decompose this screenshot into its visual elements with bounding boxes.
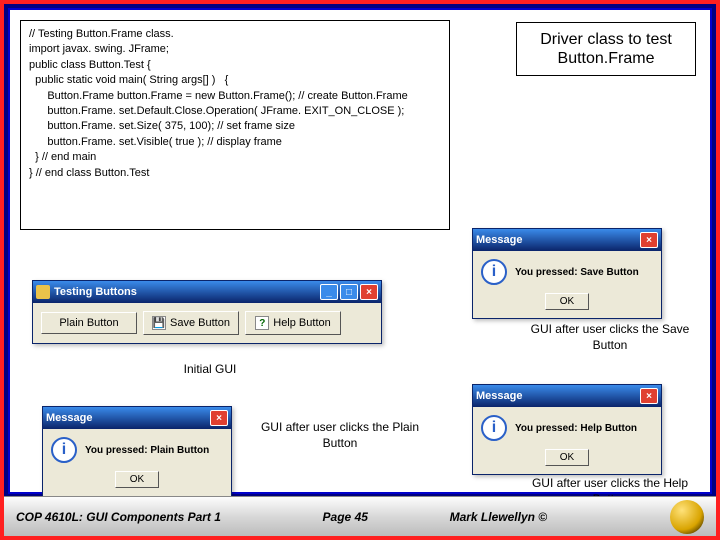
content-area: // Testing Button.Frame class. import ja… (10, 10, 710, 490)
testing-buttons-titlebar[interactable]: Testing Buttons _ □ × (33, 281, 381, 303)
footer-page-number: Page 45 (271, 510, 420, 524)
driver-label-text: Driver class to test Button.Frame (521, 30, 691, 68)
slide-footer: COP 4610L: GUI Components Part 1 Page 45… (4, 496, 716, 536)
testing-buttons-title: Testing Buttons (54, 286, 137, 298)
message-plain-ok-button[interactable]: OK (115, 471, 159, 488)
message-save-body: i You pressed: Save Button (473, 251, 661, 291)
java-app-icon (36, 285, 50, 299)
info-icon: i (481, 259, 507, 285)
message-save-close-button[interactable]: × (640, 232, 658, 248)
slide-frame: // Testing Button.Frame class. import ja… (0, 0, 720, 540)
close-button[interactable]: × (360, 284, 378, 300)
message-plain-text: You pressed: Plain Button (85, 445, 209, 456)
message-help-text: You pressed: Help Button (515, 423, 637, 434)
save-button-label: Save Button (170, 317, 230, 329)
minimize-button[interactable]: _ (320, 284, 338, 300)
message-dialog-save: Message × i You pressed: Save Button OK (472, 228, 662, 319)
plain-button[interactable]: Plain Button (41, 312, 137, 334)
help-icon: ? (255, 316, 269, 330)
message-save-text: You pressed: Save Button (515, 267, 639, 278)
message-dialog-plain: Message × i You pressed: Plain Button OK (42, 406, 232, 497)
message-save-titlebar[interactable]: Message × (473, 229, 661, 251)
caption-save: GUI after user clicks the Save Button (530, 322, 690, 353)
footer-course-title: COP 4610L: GUI Components Part 1 (16, 510, 271, 524)
ucf-logo-icon (670, 500, 704, 534)
message-help-close-button[interactable]: × (640, 388, 658, 404)
help-button-label: Help Button (273, 317, 330, 329)
testing-buttons-window: Testing Buttons _ □ × Plain Button 💾 Sav… (32, 280, 382, 344)
info-icon: i (51, 437, 77, 463)
message-plain-close-button[interactable]: × (210, 410, 228, 426)
footer-author: Mark Llewellyn © (420, 510, 662, 524)
message-plain-body: i You pressed: Plain Button (43, 429, 231, 469)
message-plain-title: Message (46, 412, 92, 424)
message-help-title: Message (476, 390, 522, 402)
message-dialog-help: Message × i You pressed: Help Button OK (472, 384, 662, 475)
message-save-ok-button[interactable]: OK (545, 293, 589, 310)
code-listing: // Testing Button.Frame class. import ja… (20, 20, 450, 230)
caption-plain: GUI after user clicks the Plain Button (260, 420, 420, 451)
caption-initial-gui: Initial GUI (160, 362, 260, 378)
info-icon: i (481, 415, 507, 441)
testing-buttons-body: Plain Button 💾 Save Button ? Help Button (33, 303, 381, 343)
save-button[interactable]: 💾 Save Button (143, 311, 239, 335)
message-help-ok-button[interactable]: OK (545, 449, 589, 466)
plain-button-label: Plain Button (59, 317, 118, 329)
message-help-titlebar[interactable]: Message × (473, 385, 661, 407)
message-save-title: Message (476, 234, 522, 246)
driver-label-box: Driver class to test Button.Frame (516, 22, 696, 76)
message-plain-titlebar[interactable]: Message × (43, 407, 231, 429)
help-button[interactable]: ? Help Button (245, 311, 341, 335)
message-help-body: i You pressed: Help Button (473, 407, 661, 447)
save-icon: 💾 (152, 316, 166, 330)
maximize-button[interactable]: □ (340, 284, 358, 300)
